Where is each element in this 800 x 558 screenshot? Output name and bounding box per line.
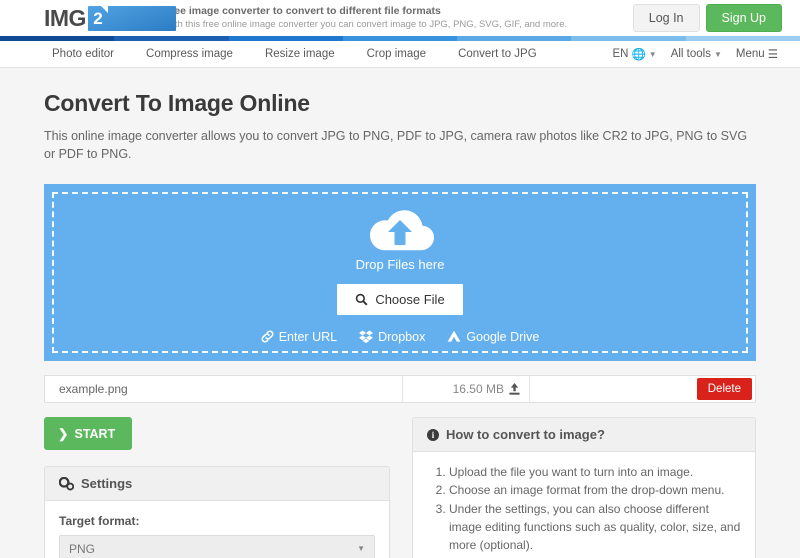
language-label: EN <box>612 48 629 60</box>
language-selector[interactable]: EN 🌐 ▼ <box>612 47 656 61</box>
howto-panel: i How to convert to image? Upload the fi… <box>412 417 756 558</box>
gear-icon <box>59 476 74 491</box>
info-icon: i <box>427 428 439 441</box>
google-drive-icon <box>447 330 461 343</box>
chevron-down-icon: ▼ <box>648 49 657 59</box>
site-logo[interactable]: IMG 2 GO .com <box>44 0 176 36</box>
color-strip-segment-1 <box>114 36 229 41</box>
dropbox-icon <box>359 330 374 344</box>
nav-item-crop-image[interactable]: Crop image <box>351 48 442 60</box>
howto-title: How to convert to image? <box>446 427 605 443</box>
nav-item-convert-to-jpg[interactable]: Convert to JPG <box>442 48 553 60</box>
site-tagline: Free image converter to convert to diffe… <box>164 5 567 31</box>
dropzone-link-google-drive[interactable]: Google Drive <box>447 330 539 344</box>
all-tools-menu[interactable]: All tools ▼ <box>671 48 722 60</box>
file-row-spacer <box>530 376 697 402</box>
howto-step: Upload the file you want to turn into an… <box>449 463 741 481</box>
top-header: IMG 2 GO .com Free image converter to co… <box>0 0 800 36</box>
target-format-select[interactable]: PNG ▼ <box>59 535 375 558</box>
dropzone-inner: Drop Files here Choose File Enter URL Dro… <box>52 192 748 354</box>
target-format-value: PNG <box>69 541 96 556</box>
search-icon <box>356 293 368 306</box>
menu-label: Menu <box>735 48 765 60</box>
content-columns: ❯ START Settings Target format: PNG ▼ i … <box>44 417 756 558</box>
howto-step: Choose an image format from the drop-dow… <box>449 481 741 499</box>
color-strip-segment-4 <box>457 36 572 41</box>
settings-panel-header: Settings <box>45 467 389 502</box>
choose-file-label: Choose File <box>375 291 445 307</box>
start-button-label: START <box>74 426 116 441</box>
choose-file-button[interactable]: Choose File <box>337 283 463 315</box>
nav-item-resize-image[interactable]: Resize image <box>249 48 351 60</box>
howto-step: To start the conversion to image, click … <box>449 554 741 558</box>
logo-badge-two: 2 <box>93 8 103 28</box>
page-intro: This online image converter allows you t… <box>44 129 748 162</box>
settings-title: Settings <box>81 476 133 492</box>
all-tools-label: All tools <box>670 48 711 60</box>
tagline-main: Free image converter to convert to diffe… <box>163 5 441 17</box>
color-strip-segment-3 <box>342 36 458 41</box>
color-strip-segment-6 <box>685 36 800 41</box>
auth-buttons: Log In Sign Up <box>632 4 782 32</box>
nav-utilities: EN 🌐 ▼ All tools ▼ Menu ☰ <box>612 47 778 61</box>
color-strip-segment-2 <box>228 36 343 41</box>
signup-button[interactable]: Sign Up <box>705 4 782 32</box>
chevron-right-icon: ❯ <box>58 427 69 442</box>
decorative-color-strip <box>0 36 800 41</box>
link-icon <box>261 330 274 343</box>
chevron-down-icon: ▼ <box>713 49 722 59</box>
dropzone-source-links: Enter URL Dropbox Google Drive <box>261 330 539 344</box>
cloud-upload-icon <box>370 209 434 251</box>
settings-panel-body: Target format: PNG ▼ Quality: i Decide w… <box>45 501 389 558</box>
dropzone-link-label: Dropbox <box>378 329 426 344</box>
file-dropzone[interactable]: Drop Files here Choose File Enter URL Dro… <box>44 184 756 362</box>
color-strip-segment-0 <box>0 36 115 41</box>
globe-icon: 🌐 <box>631 49 646 61</box>
file-size-cell: 16.50 MB <box>402 376 530 403</box>
dropzone-link-label: Google Drive <box>466 329 540 344</box>
howto-steps-list: Upload the file you want to turn into an… <box>427 463 741 558</box>
dropzone-link-label: Enter URL <box>278 329 338 344</box>
nav-item-photo-editor[interactable]: Photo editor <box>36 48 130 60</box>
dropzone-link-dropbox[interactable]: Dropbox <box>359 330 425 344</box>
left-column: ❯ START Settings Target format: PNG ▼ <box>44 417 390 558</box>
page-content: Convert To Image Online This online imag… <box>0 90 800 558</box>
start-button[interactable]: ❯ START <box>44 417 133 451</box>
nav-item-compress-image[interactable]: Compress image <box>130 48 249 60</box>
login-button[interactable]: Log In <box>632 4 700 32</box>
file-name: example.png <box>59 382 128 397</box>
logo-document-icon: 2 <box>87 5 176 31</box>
file-size-value: 16.50 MB <box>452 382 504 397</box>
color-strip-segment-5 <box>571 36 686 41</box>
hamburger-icon: ☰ <box>767 49 778 61</box>
right-column: i How to convert to image? Upload the fi… <box>412 417 756 558</box>
main-navigation: Photo editor Compress image Resize image Cr… <box>0 41 800 68</box>
dropzone-label: Drop Files here <box>355 256 445 272</box>
logo-text-img: IMG <box>44 4 86 31</box>
howto-panel-header: i How to convert to image? <box>413 418 755 453</box>
upload-icon <box>509 383 520 395</box>
page-title: Convert To Image Online <box>44 90 310 116</box>
settings-panel: Settings Target format: PNG ▼ Quality: i… <box>44 466 390 558</box>
delete-file-button[interactable]: Delete <box>696 378 752 401</box>
uploaded-file-row: example.png 16.50 MB Delete <box>44 375 756 404</box>
nav-links: Photo editor Compress image Resize image Cr… <box>36 48 553 60</box>
hamburger-menu[interactable]: Menu ☰ <box>736 47 778 61</box>
chevron-down-icon: ▼ <box>357 544 365 554</box>
howto-step: Under the settings, you can also choose … <box>449 500 741 555</box>
target-format-label: Target format: <box>59 514 140 529</box>
dropzone-link-enter-url[interactable]: Enter URL <box>261 330 337 344</box>
tagline-sub: With this free online image converter yo… <box>163 19 568 31</box>
howto-panel-body: Upload the file you want to turn into an… <box>413 452 755 558</box>
